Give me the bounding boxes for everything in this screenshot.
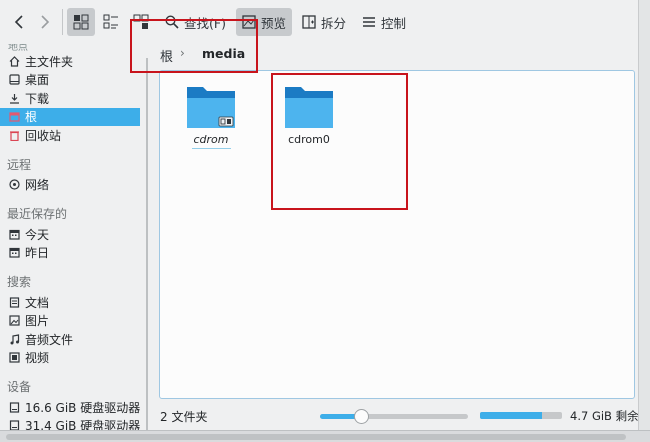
disk-capacity-bar [480, 412, 562, 419]
sidebar-item-label: 回收站 [25, 128, 62, 143]
highlight-box-breadcrumb [130, 19, 258, 73]
download-icon [9, 93, 20, 104]
image-icon [9, 315, 20, 326]
sidebar-item-label: 视频 [25, 351, 50, 366]
sidebar-item-label: 昨日 [25, 246, 50, 261]
sidebar-item-label: 下载 [25, 91, 50, 106]
recent-section-header: 最近保存的 [7, 207, 68, 221]
remote-section-header: 远程 [7, 157, 32, 172]
chevron-right-icon [41, 15, 50, 29]
chevron-left-icon [14, 15, 23, 29]
panel-splitter[interactable] [146, 58, 148, 430]
sidebar-item-drive-16gib[interactable]: 16.6 GiB 硬盘驱动器 [0, 398, 140, 417]
sidebar-item-root[interactable]: 根 [0, 107, 140, 126]
control-menu-button[interactable]: 控制 [356, 8, 412, 36]
sidebar-item-label: 网络 [25, 178, 50, 193]
compact-view-icon [103, 14, 118, 29]
sidebar-item-home[interactable]: 主文件夹 [0, 52, 140, 71]
sidebar-item-drive-31gib[interactable]: 31.4 GiB 硬盘驱动器 [0, 417, 140, 430]
horizontal-scrollbar[interactable] [0, 430, 650, 442]
sidebar-item-images[interactable]: 图片 [0, 312, 140, 331]
document-icon [9, 297, 20, 308]
forward-button[interactable] [32, 8, 58, 36]
devices-section-header: 设备 [7, 380, 32, 394]
sidebar-item-label: 桌面 [25, 73, 50, 88]
sidebar-item-label: 音频文件 [25, 332, 74, 347]
sidebar-item-label: 31.4 GiB 硬盘驱动器 [25, 419, 140, 430]
grid-view-icon [73, 14, 89, 30]
preview-button-label: 预览 [260, 15, 286, 31]
music-icon [9, 334, 20, 345]
sidebar-item-documents[interactable]: 文档 [0, 293, 140, 312]
status-bar: 2 文件夹 4.7 GiB 剩余 [150, 404, 650, 428]
free-space-label: 4.7 GiB 剩余 [570, 409, 639, 423]
root-folder-icon [9, 111, 20, 122]
network-icon [9, 179, 20, 190]
sidebar-item-label: 图片 [25, 314, 50, 329]
video-icon [9, 352, 20, 363]
control-button-label: 控制 [380, 15, 406, 31]
icon-view-button[interactable] [67, 8, 95, 36]
drive-icon [9, 402, 20, 413]
file-name: cdrom [191, 133, 231, 149]
sidebar-item-label: 根 [25, 110, 38, 125]
calendar-icon [9, 247, 20, 258]
search-section-header: 搜索 [7, 275, 32, 289]
places-header: 地点 [8, 44, 28, 53]
disk-capacity-fill [480, 412, 542, 419]
sidebar-item-desktop[interactable]: 桌面 [0, 71, 140, 90]
trash-icon [9, 130, 20, 141]
places-panel: 地点 主文件夹 桌面 下载 根 回收站 远程 网络 最近保存的 今天 昨日 搜索… [0, 44, 140, 430]
highlight-box-cdrom0 [271, 73, 408, 210]
zoom-slider[interactable] [320, 409, 468, 424]
split-button-label: 拆分 [320, 15, 346, 31]
scrollbar-thumb[interactable] [6, 434, 626, 440]
sidebar-item-yesterday[interactable]: 昨日 [0, 244, 140, 263]
folder-link-icon [187, 87, 235, 128]
split-button[interactable]: 拆分 [296, 8, 352, 36]
places-header-cut: 地点 [0, 44, 140, 53]
sidebar-item-trash[interactable]: 回收站 [0, 126, 140, 145]
desktop-icon [9, 74, 20, 85]
zoom-slider-handle[interactable] [354, 409, 370, 424]
window-edge [638, 0, 650, 430]
compact-view-button[interactable] [97, 8, 125, 36]
sidebar-item-today[interactable]: 今天 [0, 225, 140, 244]
toolbar: 查找(F) 预览 拆分 控制 [0, 0, 650, 44]
sidebar-item-label: 文档 [25, 295, 50, 310]
sidebar-item-videos[interactable]: 视频 [0, 349, 140, 368]
hamburger-menu-icon [362, 17, 375, 27]
home-icon [9, 55, 20, 67]
drive-icon [9, 420, 20, 430]
sidebar-item-downloads[interactable]: 下载 [0, 89, 140, 108]
folder-count: 2 文件夹 [160, 410, 208, 424]
back-button[interactable] [6, 8, 32, 36]
toolbar-separator [62, 9, 63, 35]
sidebar-item-audio[interactable]: 音频文件 [0, 330, 140, 349]
sidebar-item-label: 今天 [25, 227, 50, 242]
folder-item-cdrom[interactable]: cdrom [171, 83, 251, 149]
split-view-icon [302, 15, 316, 29]
calendar-icon [9, 229, 20, 240]
sidebar-item-label: 主文件夹 [25, 54, 74, 69]
sidebar-item-label: 16.6 GiB 硬盘驱动器 [25, 400, 140, 415]
sidebar-item-network[interactable]: 网络 [0, 176, 140, 195]
